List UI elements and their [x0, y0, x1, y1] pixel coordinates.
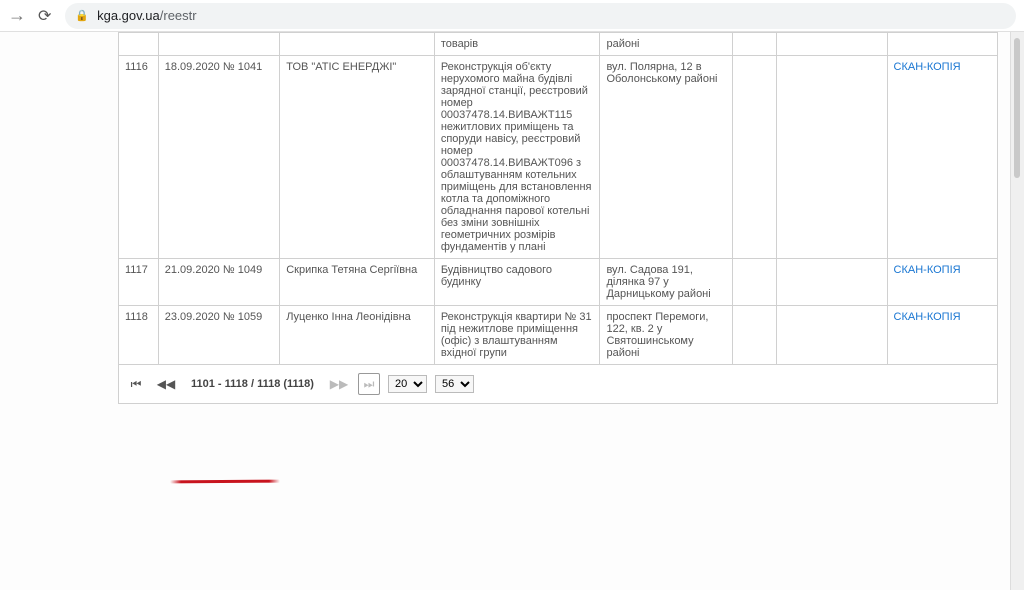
row-empty [732, 259, 776, 306]
first-page-button[interactable]: ⏮ [125, 373, 147, 395]
row-date: 21.09.2020 № 1049 [158, 259, 279, 306]
header-cell [887, 33, 997, 56]
pagination-bar: ⏮ ◀◀ 1101 - 1118 / 1118 (1118) ▶▶ ⏭ 20 5… [118, 365, 998, 404]
table-row: 1118 23.09.2020 № 1059 Луценко Інна Леон… [119, 306, 998, 365]
scan-copy-link[interactable]: СКАН-КОПІЯ [887, 56, 997, 259]
table-row: 1117 21.09.2020 № 1049 Скрипка Тетяна Се… [119, 259, 998, 306]
reload-icon[interactable]: ⟳ [38, 6, 51, 26]
row-address: вул. Садова 191, ділянка 97 у Дарницьком… [600, 259, 733, 306]
row-empty [777, 259, 887, 306]
table-header-row: товарів районі [119, 33, 998, 56]
header-cell [280, 33, 435, 56]
page-size-select-1[interactable]: 20 [388, 375, 427, 393]
row-number: 1116 [119, 56, 159, 259]
row-empty [777, 56, 887, 259]
row-applicant: Скрипка Тетяна Сергіївна [280, 259, 435, 306]
forward-arrow-icon[interactable]: → [8, 5, 26, 26]
row-date: 23.09.2020 № 1059 [158, 306, 279, 365]
row-address: проспект Перемоги, 122, кв. 2 у Святошин… [600, 306, 733, 365]
page-range-text: 1101 - 1118 / 1118 (1118) [185, 378, 320, 390]
row-empty [732, 306, 776, 365]
scan-copy-link[interactable]: СКАН-КОПІЯ [887, 259, 997, 306]
page-size-select-2[interactable]: 56 [435, 375, 474, 393]
scrollbar[interactable] [1010, 32, 1024, 590]
header-cell: районі [600, 33, 733, 56]
row-address: вул. Полярна, 12 в Оболонському районі [600, 56, 733, 259]
header-cell [732, 33, 776, 56]
browser-toolbar: → ⟳ 🔒 kga.gov.ua/reestr [0, 0, 1024, 32]
row-description: Реконструкція квартири № 31 під нежитлов… [434, 306, 600, 365]
next-page-button[interactable]: ▶▶ [328, 373, 350, 395]
last-page-button[interactable]: ⏭ [358, 373, 380, 395]
header-cell [158, 33, 279, 56]
registry-panel: товарів районі 1116 18.09.2020 № 1041 ТО… [118, 32, 998, 404]
row-applicant: ТОВ "АТІС ЕНЕРДЖІ" [280, 56, 435, 259]
header-cell: товарів [434, 33, 600, 56]
url-text: kga.gov.ua/reestr [97, 8, 196, 23]
row-description: Реконструкція об'єкту нерухомого майна б… [434, 56, 600, 259]
page-viewport: товарів районі 1116 18.09.2020 № 1041 ТО… [0, 32, 1024, 590]
table-row: 1116 18.09.2020 № 1041 ТОВ "АТІС ЕНЕРДЖІ… [119, 56, 998, 259]
row-empty [732, 56, 776, 259]
address-bar[interactable]: 🔒 kga.gov.ua/reestr [65, 3, 1016, 29]
row-number: 1117 [119, 259, 159, 306]
header-cell [777, 33, 887, 56]
row-applicant: Луценко Інна Леонідівна [280, 306, 435, 365]
lock-icon: 🔒 [75, 9, 89, 22]
row-empty [777, 306, 887, 365]
header-cell [119, 33, 159, 56]
red-underline-annotation [170, 480, 280, 484]
row-number: 1118 [119, 306, 159, 365]
row-description: Будівництво садового будинку [434, 259, 600, 306]
registry-table: товарів районі 1116 18.09.2020 № 1041 ТО… [118, 32, 998, 365]
row-date: 18.09.2020 № 1041 [158, 56, 279, 259]
prev-page-button[interactable]: ◀◀ [155, 373, 177, 395]
scan-copy-link[interactable]: СКАН-КОПІЯ [887, 306, 997, 365]
